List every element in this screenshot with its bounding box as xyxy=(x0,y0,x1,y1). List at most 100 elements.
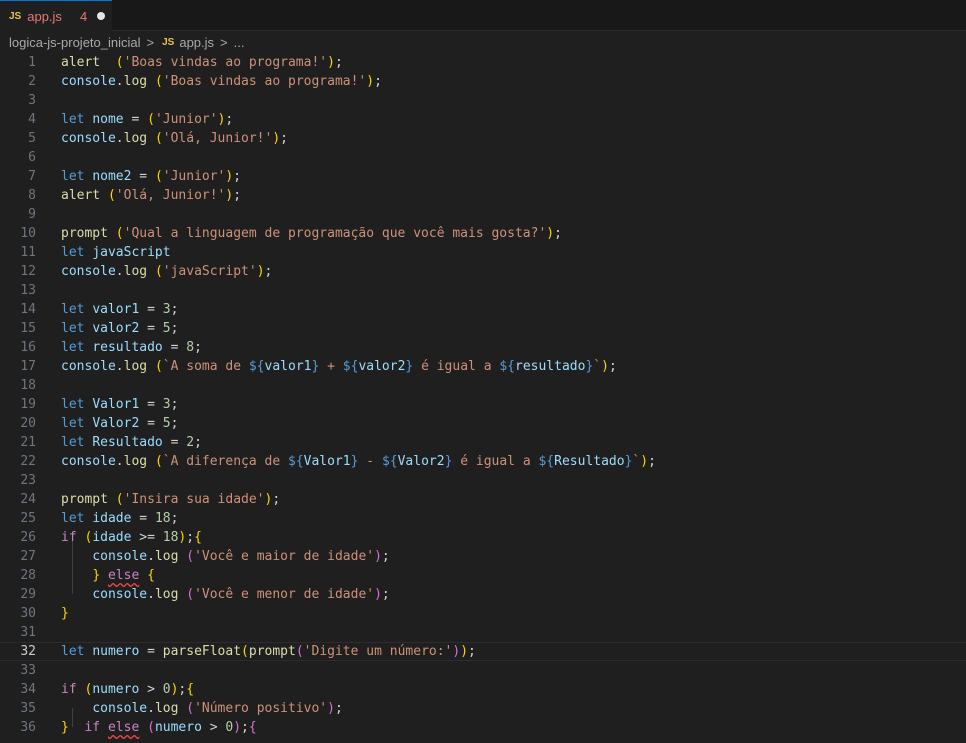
code-token: = xyxy=(162,340,187,355)
code-token: ( xyxy=(154,359,163,374)
code-text: console.log (`A soma de ${valor1} + ${va… xyxy=(61,357,617,376)
line-number: 28 xyxy=(20,568,36,583)
code-line[interactable]: 23 xyxy=(0,471,966,490)
code-line[interactable]: 18 xyxy=(0,376,966,395)
javascript-file-icon: JS xyxy=(9,10,22,22)
code-line[interactable]: 21 let Resultado = 2; xyxy=(0,433,966,452)
problem-count-badge: 4 xyxy=(79,8,88,24)
code-token: . xyxy=(115,264,124,279)
code-token: parseFloat xyxy=(162,644,242,659)
breadcrumb-symbol[interactable]: ... xyxy=(234,35,245,50)
code-line[interactable]: 6 xyxy=(0,148,966,167)
code-line[interactable]: 12 console.log ('javaScript'); xyxy=(0,262,966,281)
code-token: resultado xyxy=(515,359,586,374)
code-token: } xyxy=(61,720,69,735)
code-line[interactable]: 13 xyxy=(0,281,966,300)
code-token: alert xyxy=(61,55,101,70)
code-token: Resultado xyxy=(92,435,163,450)
code-line[interactable]: 2 console.log ('Boas vindas ao programa!'… xyxy=(0,72,966,91)
code-line[interactable]: 29 console.log ('Você e menor de idade')… xyxy=(0,585,966,604)
code-text: let nome2 = ('Junior'); xyxy=(61,167,241,186)
code-line[interactable]: 25 let idade = 18; xyxy=(0,509,966,528)
code-token: log xyxy=(123,454,148,469)
code-token: ( xyxy=(147,720,155,735)
code-line[interactable]: 35 console.log ('Número positivo'); xyxy=(0,699,966,718)
code-text: console.log ('Você e maior de idade'); xyxy=(61,547,389,566)
code-token: let xyxy=(61,644,85,659)
code-line[interactable]: 7 let nome2 = ('Junior'); xyxy=(0,167,966,186)
code-token: Valor1 xyxy=(92,397,140,412)
code-line[interactable]: 5 console.log ('Olá, Junior!'); xyxy=(0,129,966,148)
code-line[interactable]: 33 xyxy=(0,661,966,680)
code-token: . xyxy=(115,74,124,89)
code-token: 'Qual a linguagem de programação que voc… xyxy=(123,226,547,241)
line-number: 30 xyxy=(20,606,36,621)
code-token: ; xyxy=(170,302,179,317)
code-token: = xyxy=(139,416,163,431)
line-number: 29 xyxy=(20,587,36,602)
code-line[interactable]: 20 let Valor2 = 5; xyxy=(0,414,966,433)
code-token: ; xyxy=(280,131,288,146)
code-token: 'Boas vindas ao programa!' xyxy=(162,74,367,89)
code-line[interactable]: 15 let valor2 = 5; xyxy=(0,319,966,338)
code-line[interactable]: 31 xyxy=(0,623,966,642)
code-line[interactable]: 22 console.log (`A diferença de ${Valor1}… xyxy=(0,452,966,471)
code-token: ; xyxy=(381,587,390,602)
code-token: ${ xyxy=(342,359,359,374)
breadcrumb-file[interactable]: app.js xyxy=(179,35,214,50)
code-text: } xyxy=(61,604,69,623)
code-line[interactable]: 16 let resultado = 8; xyxy=(0,338,966,357)
code-token: numero xyxy=(92,682,140,697)
code-line[interactable]: 34 if (numero > 0);{ xyxy=(0,680,966,699)
code-line[interactable]: 1 alert ('Boas vindas ao programa!'); xyxy=(0,53,966,72)
code-text: } else { xyxy=(61,566,155,585)
line-number: 5 xyxy=(28,131,36,146)
code-token: console xyxy=(61,359,116,374)
code-line[interactable]: 32 let numero = parseFloat(prompt('Digite… xyxy=(0,642,966,661)
code-text: console.log ('Número positivo'); xyxy=(61,699,342,718)
code-line[interactable]: 4 let nome = ('Junior'); xyxy=(0,110,966,129)
code-line[interactable]: 10 prompt ('Qual a linguagem de programaç… xyxy=(0,224,966,243)
code-line[interactable]: 3 xyxy=(0,91,966,110)
code-line[interactable]: 36} if else (numero > 0);{ xyxy=(0,718,966,737)
code-line[interactable]: 28 } else { xyxy=(0,566,966,585)
code-token: Resultado xyxy=(554,454,625,469)
javascript-file-icon: JS xyxy=(162,36,175,48)
tab-file-name: app.js xyxy=(27,8,62,24)
code-token: 'Você e maior de idade' xyxy=(194,549,375,564)
breadcrumb-folder[interactable]: logica-js-projeto_inicial xyxy=(9,35,141,50)
code-token: ; xyxy=(233,169,242,184)
unsaved-dot-icon[interactable] xyxy=(97,12,106,20)
code-token: ( xyxy=(154,131,163,146)
code-token: Valor2 xyxy=(92,416,140,431)
tab-app-js[interactable]: JS app.js 4 xyxy=(0,0,112,31)
code-token: `A soma de xyxy=(162,359,249,374)
code-token: ( xyxy=(295,644,304,659)
code-line[interactable]: 19 let Valor1 = 3; xyxy=(0,395,966,414)
code-token: ( xyxy=(186,701,195,716)
code-token: ) xyxy=(366,74,375,89)
breadcrumb: logica-js-projeto_inicial > JS app.js > … xyxy=(0,31,966,53)
code-token: } xyxy=(61,606,69,621)
code-line[interactable]: 8 alert ('Olá, Junior!'); xyxy=(0,186,966,205)
code-line[interactable]: 27 console.log ('Você e maior de idade')… xyxy=(0,547,966,566)
code-line[interactable]: 11 let javaScript xyxy=(0,243,966,262)
code-text: console.log ('Olá, Junior!'); xyxy=(61,129,288,148)
code-line[interactable]: 26 if (idade >= 18);{ xyxy=(0,528,966,547)
code-line[interactable]: 30} xyxy=(0,604,966,623)
code-text: console.log ('javaScript'); xyxy=(61,262,272,281)
code-token: 'Boas vindas ao programa!' xyxy=(123,55,328,70)
code-text: if (numero > 0);{ xyxy=(61,680,194,699)
code-token: if xyxy=(61,530,77,545)
code-line[interactable]: 24 prompt ('Insira sua idade'); xyxy=(0,490,966,509)
code-line[interactable]: 14 let valor1 = 3; xyxy=(0,300,966,319)
code-line[interactable]: 9 xyxy=(0,205,966,224)
code-line[interactable]: 17 console.log (`A soma de ${valor1} + ${… xyxy=(0,357,966,376)
code-editor[interactable]: 1 alert ('Boas vindas ao programa!'); 2 con… xyxy=(0,53,966,743)
